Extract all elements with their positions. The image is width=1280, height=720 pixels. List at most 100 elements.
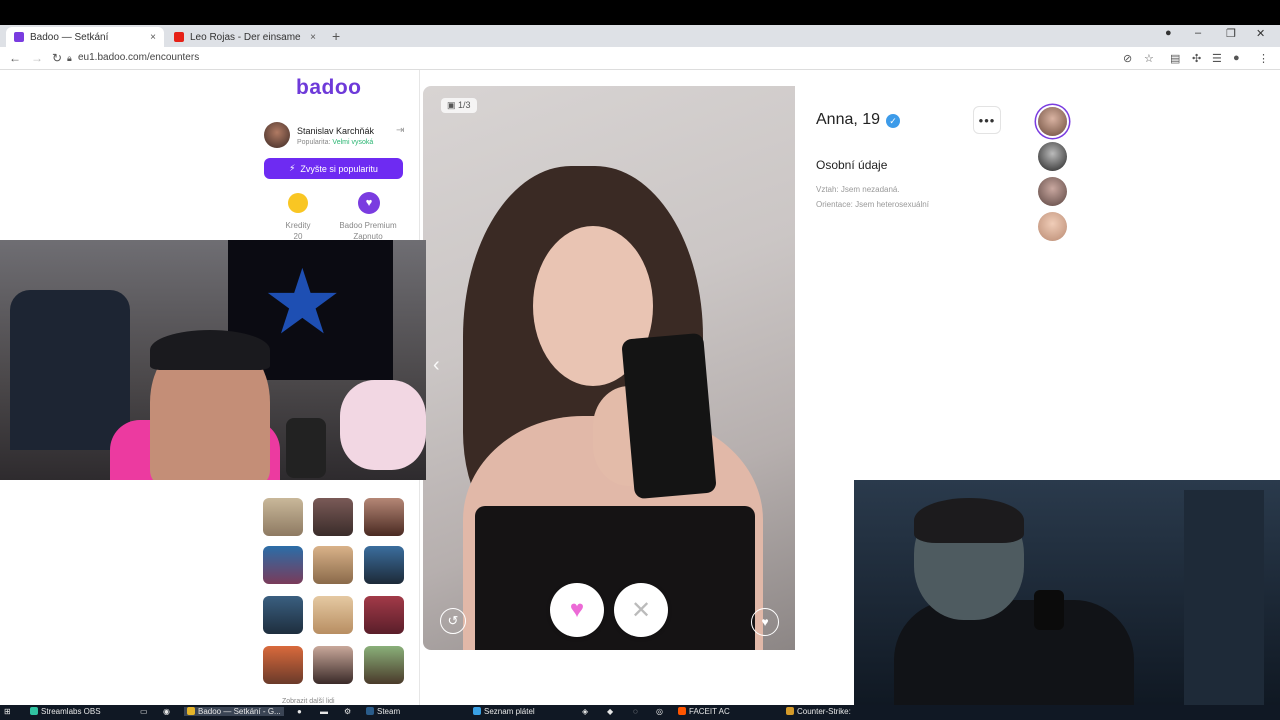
premium-heart-icon[interactable]: ♥ (358, 192, 380, 214)
popularity-value: Velmi vysoká (332, 139, 374, 146)
webcam-overlay-left: ★ (0, 240, 426, 480)
app-icon[interactable]: ◎ (656, 707, 663, 716)
taskbar-item-chrome[interactable]: Badoo — Setkání - G... (184, 707, 284, 716)
profile-photo[interactable]: ▣ 1/3 ‹ ↺ ♥ ✕ ♥ (423, 86, 795, 650)
lock-icon: 🔒︎ (67, 53, 72, 63)
person-thumbnail[interactable] (263, 596, 303, 634)
person-thumbnail[interactable] (263, 546, 303, 584)
taskbar-item-csgo[interactable]: Counter-Strike: (786, 707, 851, 716)
user-avatar[interactable] (264, 122, 290, 148)
taskbar-item-faceit[interactable]: FACEIT AC (678, 707, 730, 716)
media-control-icon[interactable]: ● (1165, 27, 1172, 39)
csgo-icon (786, 707, 794, 715)
steam-icon (366, 707, 374, 715)
taskbar-item-seznam[interactable]: Seznam plátel (473, 707, 535, 716)
person-thumbnail[interactable] (263, 498, 303, 536)
user-popularity: Popularita: Velmi vysoká (297, 139, 373, 146)
taskbar-item-streamlabs[interactable]: Streamlabs OBS (30, 707, 101, 716)
restore-button[interactable]: ❐ (1226, 27, 1236, 40)
webcam-cap (150, 330, 270, 370)
person-thumbnail[interactable] (313, 546, 353, 584)
person-thumbnail[interactable] (364, 646, 404, 684)
profile-name: Anna, 19 (816, 111, 881, 128)
chrome-icon (187, 707, 195, 715)
photo-counter: ▣ 1/3 (441, 98, 477, 113)
discord-icon[interactable]: ◈ (582, 707, 588, 716)
notifications-off-icon[interactable]: ⊘ (1123, 52, 1132, 65)
camera-icon: ▣ (447, 100, 459, 110)
person-thumbnail[interactable] (364, 498, 404, 536)
premium-label: Badoo Premium (339, 221, 397, 230)
forward-arrow-icon[interactable]: → (31, 51, 43, 65)
tab-close-icon[interactable]: × (310, 32, 316, 43)
taskbar-label: Badoo — Setkání - G... (198, 707, 281, 716)
minimize-button[interactable]: – (1195, 27, 1201, 39)
webcam-jersey (10, 290, 130, 450)
explorer-icon[interactable]: ▬ (320, 707, 328, 716)
close-window-button[interactable]: ✕ (1256, 27, 1265, 40)
photo-phone (621, 332, 717, 500)
pass-button[interactable]: ✕ (614, 583, 668, 637)
menu-dots-icon[interactable]: ⋮ (1258, 52, 1269, 65)
photo-thumbnail-1[interactable] (1038, 107, 1067, 136)
profile-avatar-icon[interactable]: ● (1233, 52, 1240, 64)
webcam-plush (340, 380, 426, 470)
superlike-button[interactable]: ♥ (751, 608, 779, 636)
user-name[interactable]: Stanislav Karchňák (297, 126, 374, 136)
popularity-label: Popularita: (297, 139, 331, 146)
more-options-button[interactable]: ••• (973, 106, 1001, 134)
person-thumbnail[interactable] (263, 646, 303, 684)
folder-icon[interactable]: ▭ (140, 707, 148, 716)
credits-label: Kredity (285, 221, 311, 230)
tab-close-icon[interactable]: × (150, 32, 156, 43)
boost-popularity-button[interactable]: ⚡︎ Zvyšte si popularitu (264, 158, 403, 179)
app-icon[interactable]: ◆ (607, 707, 613, 716)
show-more-link[interactable]: Zobrazit další lidi (282, 698, 335, 705)
faceit-icon (678, 707, 686, 715)
microphone-icon (286, 418, 326, 478)
webcam-shirt (894, 600, 1134, 720)
new-tab-button[interactable]: + (332, 28, 340, 44)
chevron-left-icon[interactable]: ‹ (433, 354, 440, 377)
taskbar: ⊞ Streamlabs OBS ▭ ◉ Badoo — Setkání - G… (0, 705, 1280, 720)
badoo-logo[interactable]: badoo (296, 76, 362, 100)
person-thumbnail[interactable] (364, 546, 404, 584)
cross-icon: ✕ (630, 596, 652, 624)
extension-icon[interactable]: ▤ (1170, 52, 1180, 65)
taskbar-label: Counter-Strike: (797, 707, 851, 716)
like-button[interactable]: ♥ (550, 583, 604, 637)
person-thumbnail[interactable] (364, 596, 404, 634)
photo-thumbnail-2[interactable] (1038, 142, 1067, 171)
settings-icon[interactable]: ⚙︎ (344, 707, 351, 716)
tab-title: Leo Rojas - Der einsame Hirte (V (190, 31, 304, 43)
profile-info-panel: Anna, 19 ✓ ••• Osobní údaje Vztah: Jsem … (795, 86, 1021, 480)
star-icon: ★ (262, 253, 343, 353)
webcam-shelf (1184, 490, 1264, 710)
person-thumbnail[interactable] (313, 646, 353, 684)
app-icon[interactable]: ◌ (633, 707, 638, 716)
spotify-icon[interactable]: ● (297, 707, 302, 716)
tab-strip: Badoo — Setkání × Leo Rojas - Der einsam… (0, 25, 1280, 47)
edge-icon[interactable]: ◉ (163, 707, 170, 716)
tab-badoo[interactable]: Badoo — Setkání × (6, 27, 164, 47)
puzzle-icon[interactable]: ✣ (1192, 52, 1201, 65)
person-thumbnail[interactable] (313, 596, 353, 634)
screen: Badoo — Setkání × Leo Rojas - Der einsam… (0, 0, 1280, 720)
tab-title: Badoo — Setkání (30, 31, 109, 43)
reload-icon[interactable]: ↻ (52, 51, 62, 65)
back-arrow-icon[interactable]: ← (9, 51, 21, 65)
credits-coin-icon[interactable] (288, 193, 308, 213)
undo-button[interactable]: ↺ (440, 608, 466, 634)
taskbar-item-steam[interactable]: Steam (366, 707, 400, 716)
logout-icon[interactable]: ⇥ (396, 125, 404, 136)
start-icon[interactable]: ⊞ (4, 707, 11, 716)
photo-thumbnail-4[interactable] (1038, 212, 1067, 241)
taskbar-label: FACEIT AC (689, 707, 730, 716)
reading-list-icon[interactable]: ☰ (1212, 52, 1222, 65)
tab-youtube[interactable]: Leo Rojas - Der einsame Hirte (V × (166, 27, 324, 47)
person-thumbnail[interactable] (313, 498, 353, 536)
address-bar-row: ← → ↻ 🔒︎ eu1.badoo.com/encounters ⊘ ☆ ▤ … (0, 47, 1280, 70)
url-field[interactable]: eu1.badoo.com/encounters (78, 52, 199, 63)
bookmark-star-icon[interactable]: ☆ (1144, 52, 1154, 65)
photo-thumbnail-3[interactable] (1038, 177, 1067, 206)
